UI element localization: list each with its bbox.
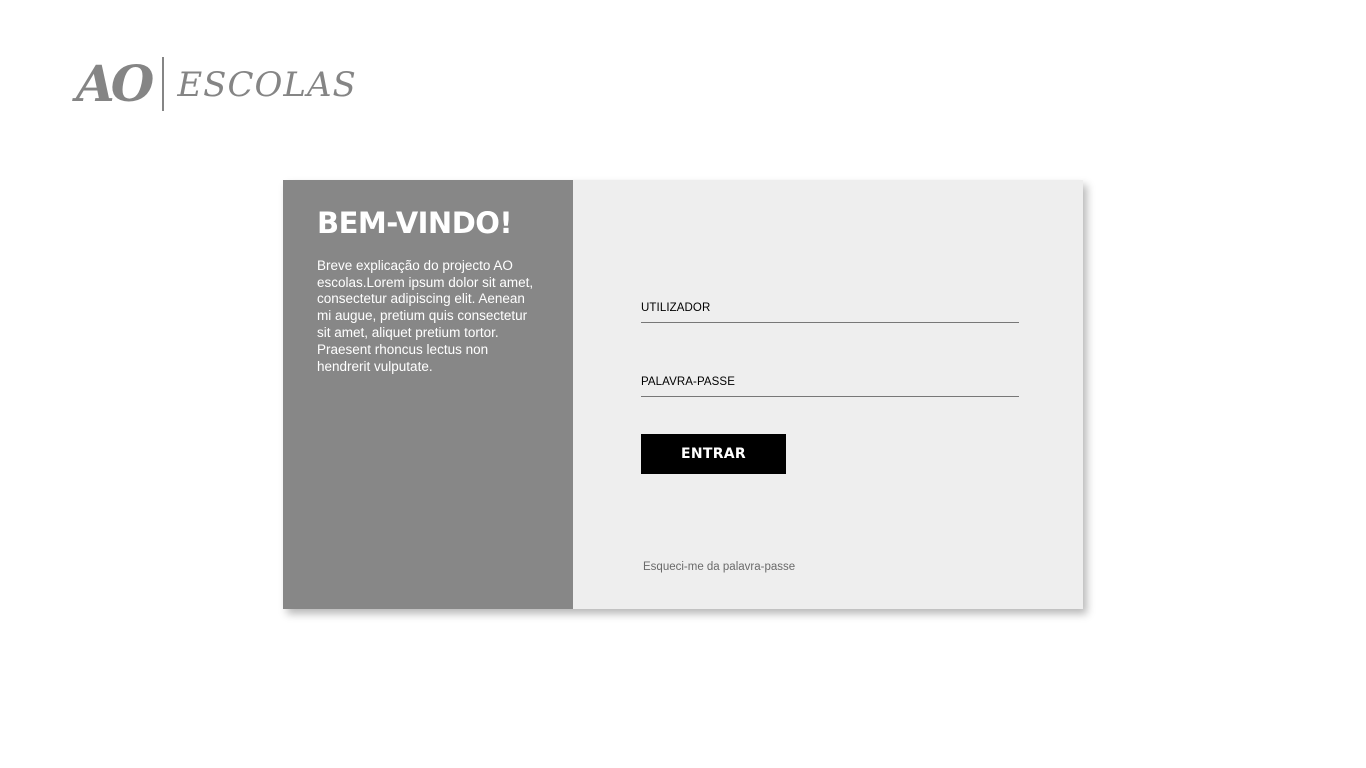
logo-mark: AO <box>76 54 154 113</box>
username-input[interactable] <box>641 302 1019 322</box>
password-input[interactable] <box>641 376 1019 396</box>
login-form: UTILIZADOR PALAVRA-PASSE ENTRAR Esqueci-… <box>573 180 1083 609</box>
login-button[interactable]: ENTRAR <box>641 434 786 474</box>
intro-description: Breve explicação do projecto AO escolas.… <box>317 257 534 374</box>
password-field[interactable]: PALAVRA-PASSE <box>641 376 1019 397</box>
login-card: BEM-VINDO! Breve explicação do projecto … <box>283 180 1083 609</box>
logo-divider <box>162 57 165 111</box>
welcome-title: BEM-VINDO! <box>317 206 513 240</box>
forgot-password-link[interactable]: Esqueci-me da palavra-passe <box>643 561 795 573</box>
ao-escolas-logo: AO ESCOLAS <box>76 56 357 112</box>
intro-panel: BEM-VINDO! Breve explicação do projecto … <box>283 180 573 609</box>
logo-wordmark: ESCOLAS <box>177 65 357 105</box>
username-field[interactable]: UTILIZADOR <box>641 302 1019 323</box>
